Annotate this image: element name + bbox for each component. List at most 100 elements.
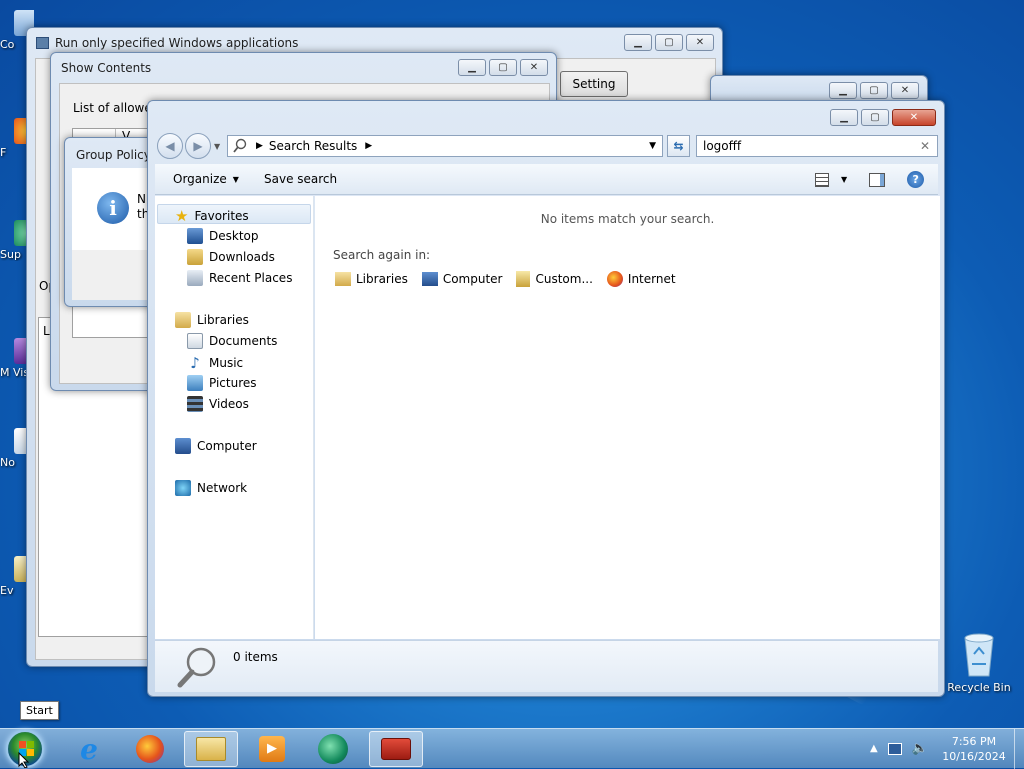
desktop-icon-recycle-bin[interactable]: Recycle Bin: [944, 630, 1014, 694]
volume-muted-icon[interactable]: 🔈: [912, 741, 928, 756]
search-again-internet[interactable]: Internet: [606, 271, 676, 287]
nav-pictures[interactable]: Pictures: [187, 375, 257, 391]
clear-search-icon[interactable]: ✕: [920, 139, 930, 153]
search-again-libraries[interactable]: Libraries: [335, 272, 408, 286]
videos-icon: [187, 396, 203, 412]
maximize-button[interactable]: ▢: [861, 109, 889, 126]
search-magnifier-icon: [177, 647, 216, 688]
minimize-button[interactable]: ▁: [624, 34, 652, 51]
help-icon[interactable]: ?: [907, 171, 925, 188]
taskbar-explorer[interactable]: [184, 731, 238, 767]
nav-network[interactable]: Network: [175, 480, 247, 496]
system-tray: ▲ 🔈: [870, 741, 928, 756]
taskbar: e ▶ ▲ 🔈 7:56 PM 10/16/2024: [0, 728, 1024, 769]
downloads-folder-icon: [187, 249, 203, 265]
close-button[interactable]: ✕: [891, 82, 919, 99]
nav-favorites[interactable]: ★ Favorites: [175, 207, 249, 225]
search-again-label: Search again in:: [333, 248, 431, 262]
caption-buttons: ▁ ▢ ✕: [829, 82, 919, 99]
maximize-button[interactable]: ▢: [489, 59, 517, 76]
nav-music[interactable]: ♪ Music: [187, 354, 243, 372]
change-view-icon[interactable]: [815, 172, 829, 187]
preview-pane-icon[interactable]: [869, 172, 886, 187]
firefox-icon: [606, 271, 623, 287]
address-bar[interactable]: ▶ Search Results ▶ ▼: [227, 135, 663, 157]
back-button[interactable]: ◀: [157, 133, 183, 159]
libraries-icon: [335, 272, 351, 286]
nav-buttons: ◀ ▶ ▼: [157, 133, 220, 159]
mouse-cursor-icon: [18, 752, 30, 768]
search-again-computer[interactable]: Computer: [421, 272, 502, 286]
item-count: 0 items: [233, 650, 278, 664]
caption-buttons: ▁ ▢ ✕: [458, 59, 548, 76]
nav-computer[interactable]: Computer: [175, 438, 257, 454]
nav-videos[interactable]: Videos: [187, 396, 249, 412]
refresh-icon[interactable]: ⇆: [667, 135, 690, 157]
search-input[interactable]: logofff ✕: [696, 135, 938, 157]
star-icon: ★: [175, 207, 189, 225]
content-pane[interactable]: No items match your search. Search again…: [315, 196, 940, 639]
close-button[interactable]: ✕: [892, 109, 936, 126]
setting-button[interactable]: Setting: [560, 71, 628, 97]
search-again-options: Libraries Computer Custom... Internet: [335, 271, 676, 287]
recent-places-icon: [187, 270, 203, 286]
navigation-pane: ★ Favorites Desktop Downloads Recent Pla…: [155, 196, 314, 639]
network-icon: [175, 480, 191, 496]
breadcrumb-arrow-icon[interactable]: ▶: [365, 141, 372, 151]
view-dropdown-icon[interactable]: ▼: [841, 175, 847, 184]
taskbar-internet-explorer[interactable]: e: [62, 731, 116, 767]
nav-documents[interactable]: Documents: [187, 333, 277, 349]
close-button[interactable]: ✕: [520, 59, 548, 76]
view-controls: ▼ ?: [815, 171, 925, 188]
windows-logo-icon: [19, 741, 26, 748]
music-icon: ♪: [190, 354, 200, 372]
nav-recent-places[interactable]: Recent Places: [187, 270, 292, 286]
window-icon: [36, 37, 49, 49]
recent-pages-chevron-icon[interactable]: ▼: [214, 142, 220, 151]
minimize-button[interactable]: ▁: [829, 82, 857, 99]
minimize-button[interactable]: ▁: [830, 109, 858, 126]
save-search-button[interactable]: Save search: [264, 172, 337, 186]
taskbar-media-player[interactable]: ▶: [245, 731, 299, 767]
app-circle-icon: [318, 734, 348, 764]
organize-button[interactable]: Organize ▼: [173, 172, 239, 186]
search-location-icon: [233, 138, 247, 153]
no-items-message: No items match your search.: [540, 212, 715, 226]
nav-desktop[interactable]: Desktop: [187, 228, 259, 244]
taskbar-toolbox[interactable]: [369, 731, 423, 767]
network-status-icon[interactable]: [887, 742, 902, 755]
nav-downloads[interactable]: Downloads: [187, 249, 275, 265]
maximize-button[interactable]: ▢: [655, 34, 683, 51]
folder-icon: [196, 737, 226, 761]
show-hidden-icons-icon[interactable]: ▲: [870, 743, 878, 754]
computer-icon: [175, 438, 191, 454]
minimize-button[interactable]: ▁: [458, 59, 486, 76]
dialog-title: Group Policy: [76, 148, 151, 162]
explorer-window[interactable]: ▁ ▢ ✕ ◀ ▶ ▼ ▶ Search Results ▶ ▼ ⇆ logof…: [147, 100, 945, 697]
libraries-icon: [175, 312, 191, 328]
breadcrumb-arrow-icon[interactable]: ▶: [256, 141, 263, 151]
caption-buttons: ▁ ▢ ✕: [830, 109, 936, 126]
close-button[interactable]: ✕: [686, 34, 714, 51]
forward-button[interactable]: ▶: [185, 133, 211, 159]
firefox-icon: [136, 735, 164, 763]
pictures-icon: [187, 375, 203, 391]
start-tooltip: Start: [20, 701, 59, 720]
address-dropdown-icon[interactable]: ▼: [649, 141, 656, 151]
info-icon: i: [97, 192, 129, 224]
details-pane: 0 items: [155, 640, 938, 692]
media-player-icon: ▶: [259, 736, 285, 762]
window-title: Run only specified Windows applications: [55, 36, 299, 50]
maximize-button[interactable]: ▢: [860, 82, 888, 99]
caption-buttons: ▁ ▢ ✕: [624, 34, 714, 51]
breadcrumb[interactable]: Search Results: [269, 139, 357, 153]
nav-libraries[interactable]: Libraries: [175, 312, 249, 328]
taskbar-app[interactable]: [306, 731, 360, 767]
taskbar-firefox[interactable]: [123, 731, 177, 767]
internet-explorer-icon: e: [80, 732, 98, 766]
clock[interactable]: 7:56 PM 10/16/2024: [936, 734, 1012, 764]
search-again-custom[interactable]: Custom...: [516, 271, 593, 287]
recycle-bin-icon: [964, 633, 994, 677]
command-bar: Organize ▼ Save search ▼ ?: [155, 164, 938, 195]
show-desktop-button[interactable]: [1014, 729, 1024, 769]
